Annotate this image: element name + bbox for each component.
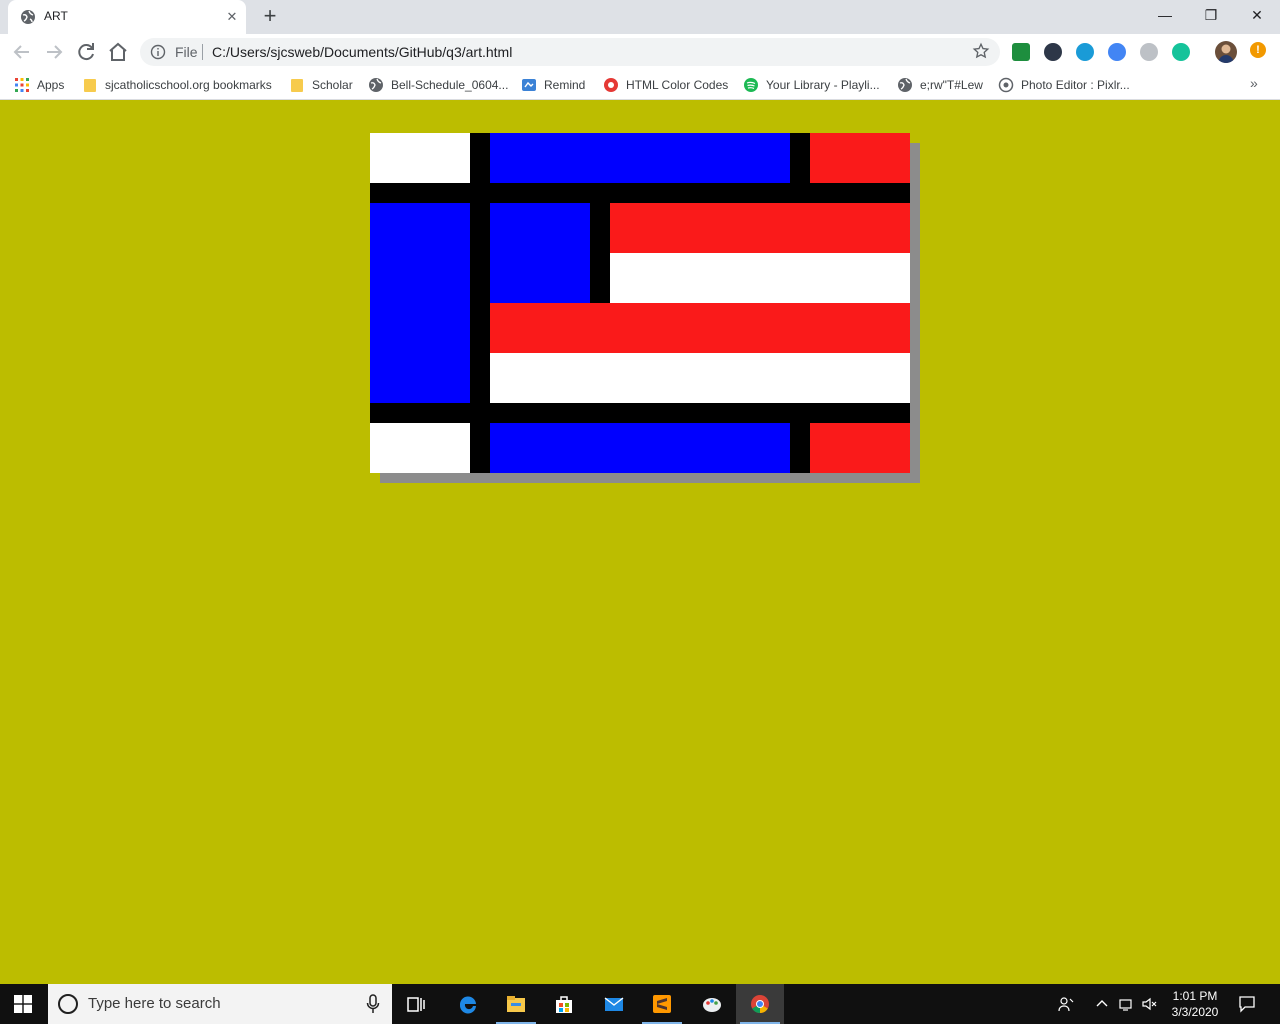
bookmarks-bar: Apps sjcatholicschool.org bookmarks Scho… (0, 70, 1280, 100)
sublime-text-icon (653, 995, 671, 1013)
bookmark-label: Photo Editor : Pixlr... (1021, 78, 1130, 92)
sublime-taskbar-button[interactable] (638, 984, 686, 1024)
globe-icon (898, 78, 912, 92)
clock-time: 1:01 PM (1172, 989, 1218, 1003)
bookmark-label: e;rw"T#Lew (920, 78, 983, 92)
minimize-button[interactable]: — (1142, 0, 1188, 30)
mail-icon (604, 997, 624, 1011)
color-codes-icon (604, 78, 618, 92)
url-text[interactable]: C:/Users/sjcsweb/Documents/GitHub/q3/art… (212, 44, 512, 60)
update-alert-icon[interactable]: ! (1250, 42, 1266, 58)
art-block-red (810, 133, 910, 183)
people-icon[interactable] (1058, 996, 1074, 1012)
art-block-blue (490, 133, 790, 183)
art-block-white (370, 133, 470, 183)
art-block-red (610, 203, 910, 253)
cortana-icon (58, 994, 78, 1014)
home-icon[interactable] (106, 40, 130, 64)
bookmark-label: sjcatholicschool.org bookmarks (105, 78, 272, 92)
art-block-blue (490, 203, 590, 303)
close-window-button[interactable]: ✕ (1234, 0, 1280, 30)
art-block-blue (490, 423, 790, 473)
address-bar[interactable]: File C:/Users/sjcsweb/Documents/GitHub/q… (140, 38, 1000, 66)
mail-taskbar-button[interactable] (590, 984, 638, 1024)
microsoft-store-icon (556, 996, 572, 1013)
art-block-red (490, 303, 910, 353)
folder-icon (291, 79, 303, 92)
reload-icon[interactable] (74, 40, 98, 64)
profile-avatar[interactable] (1215, 41, 1237, 63)
network-icon[interactable] (1118, 996, 1134, 1012)
apps-grid-icon (15, 78, 29, 92)
spotify-icon (744, 78, 758, 92)
task-view-icon (407, 997, 425, 1012)
edge-icon (459, 996, 476, 1014)
action-center-icon[interactable] (1238, 995, 1256, 1013)
new-tab-button[interactable]: + (258, 5, 282, 29)
vpn-extension-icon[interactable] (1076, 43, 1094, 61)
task-view-button[interactable] (392, 984, 440, 1024)
globe-icon (369, 78, 383, 92)
paint-taskbar-button[interactable] (688, 984, 736, 1024)
file-explorer-taskbar-button[interactable] (492, 984, 540, 1024)
taskbar-search-box[interactable]: Type here to search (48, 984, 392, 1024)
bookmark-label: Remind (544, 78, 586, 92)
bookmark-label: Bell-Schedule_0604... (391, 78, 509, 92)
bookmark-label: HTML Color Codes (626, 78, 729, 92)
back-arrow-icon[interactable] (10, 40, 34, 64)
folder-icon (84, 79, 96, 92)
tab-title: ART (44, 9, 68, 23)
art-block-white (370, 423, 470, 473)
clock-date: 3/3/2020 (1171, 1005, 1219, 1019)
tab-close-icon[interactable]: ✕ (224, 9, 240, 25)
store-taskbar-button[interactable] (540, 984, 588, 1024)
grammarly-icon[interactable] (1172, 43, 1190, 61)
microphone-icon[interactable] (366, 994, 380, 1014)
omnibox-divider (202, 44, 203, 60)
google-classroom-icon[interactable] (1012, 43, 1030, 61)
scheme-label: File (175, 44, 198, 60)
bookmarks-overflow-icon[interactable]: » (1250, 75, 1258, 91)
restore-button[interactable]: ❐ (1188, 0, 1234, 30)
mondrian-artwork (370, 133, 910, 473)
help-extension-icon[interactable] (1140, 43, 1158, 61)
art-block-red (810, 423, 910, 473)
tab-strip: ART ✕ + — ❐ ✕ (0, 0, 1280, 34)
bookmark-star-icon[interactable] (972, 42, 990, 60)
paint-icon (703, 998, 721, 1012)
browser-toolbar: File C:/Users/sjcsweb/Documents/GitHub/q… (0, 34, 1280, 70)
bookmark-label: Apps (37, 78, 65, 92)
bookmark-label: Your Library - Playli... (766, 78, 880, 92)
file-explorer-icon (507, 996, 525, 1012)
system-clock[interactable]: 1:01 PM 3/3/2020 (1164, 988, 1226, 1020)
browser-tab-art[interactable]: ART ✕ (8, 0, 246, 34)
volume-muted-icon[interactable] (1141, 996, 1157, 1012)
info-icon[interactable] (150, 44, 166, 60)
chevron-up-icon[interactable] (1094, 996, 1110, 1012)
edge-taskbar-button[interactable] (444, 984, 492, 1024)
chrome-taskbar-button[interactable] (736, 984, 784, 1024)
chrome-icon (751, 995, 769, 1013)
shield-extension-icon[interactable] (1044, 43, 1062, 61)
globe-icon (21, 10, 35, 24)
remind-icon (522, 79, 536, 91)
bookmark-label: Scholar (312, 78, 353, 92)
avatar-icon (1218, 44, 1234, 63)
windows-taskbar: Type here to search 1:01 PM 3/3/2020 (0, 984, 1280, 1024)
art-block-white (610, 253, 910, 303)
windows-start-icon[interactable] (14, 995, 32, 1013)
compass-extension-icon[interactable] (1108, 43, 1126, 61)
page-content (0, 101, 1280, 984)
search-placeholder: Type here to search (88, 995, 221, 1012)
pixlr-icon (998, 77, 1014, 93)
art-block-blue (370, 203, 470, 403)
art-block-white (490, 353, 910, 403)
forward-arrow-icon[interactable] (42, 40, 66, 64)
